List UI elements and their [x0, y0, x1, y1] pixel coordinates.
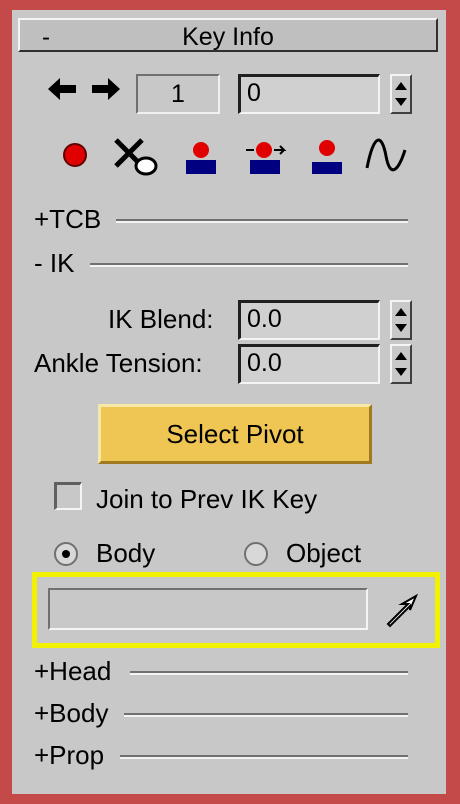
body-radio-label: Body [96, 538, 156, 568]
object-radio[interactable] [244, 542, 268, 566]
ik-blend-spinner[interactable] [390, 300, 412, 340]
set-planted-key-icon[interactable] [184, 138, 218, 181]
pick-arrow-icon [386, 593, 419, 628]
tcb-rollout-toggle[interactable]: +TCB [34, 204, 101, 235]
key-time-spinner[interactable] [390, 74, 412, 114]
arrow-left-icon [48, 78, 76, 100]
arrow-right-icon [92, 78, 120, 100]
head-rollout-toggle[interactable]: +Head [34, 656, 111, 687]
body-radio[interactable] [54, 542, 78, 566]
body-rollout-toggle[interactable]: +Body [34, 698, 108, 729]
prop-divider [120, 755, 408, 759]
rollout-title-bar[interactable]: - Key Info [18, 18, 438, 52]
join-prev-ik-checkbox[interactable] [54, 482, 82, 510]
delete-key-icon[interactable] [112, 134, 162, 183]
set-free-key-icon[interactable] [310, 138, 344, 181]
key-index-field[interactable]: 1 [136, 74, 220, 114]
body-divider [124, 713, 408, 717]
tcb-divider [116, 219, 408, 223]
pick-object-button[interactable] [382, 592, 422, 628]
ankle-tension-spinner[interactable] [390, 344, 412, 384]
object-radio-label: Object [286, 538, 362, 568]
ankle-tension-label: Ankle Tension: [34, 348, 203, 378]
curve-icon[interactable] [364, 138, 408, 179]
ik-divider [90, 263, 408, 267]
select-pivot-button[interactable]: Select Pivot [98, 404, 372, 464]
ik-blend-label: IK Blend: [108, 304, 214, 334]
pivot-object-field[interactable] [48, 588, 368, 630]
set-sliding-key-icon[interactable] [244, 138, 288, 181]
next-key-button[interactable] [90, 76, 120, 110]
panel-title: Key Info [182, 23, 274, 51]
ik-rollout-toggle[interactable]: - IK [34, 248, 74, 279]
prev-key-button[interactable] [48, 76, 78, 110]
ik-blend-field[interactable]: 0.0 [238, 300, 380, 340]
key-time-field[interactable]: 0 [238, 74, 380, 114]
join-prev-ik-label: Join to Prev IK Key [96, 484, 318, 514]
ankle-tension-field[interactable]: 0.0 [238, 344, 380, 384]
set-key-icon[interactable] [60, 140, 90, 175]
prop-rollout-toggle[interactable]: +Prop [34, 740, 104, 771]
head-divider [130, 671, 408, 675]
